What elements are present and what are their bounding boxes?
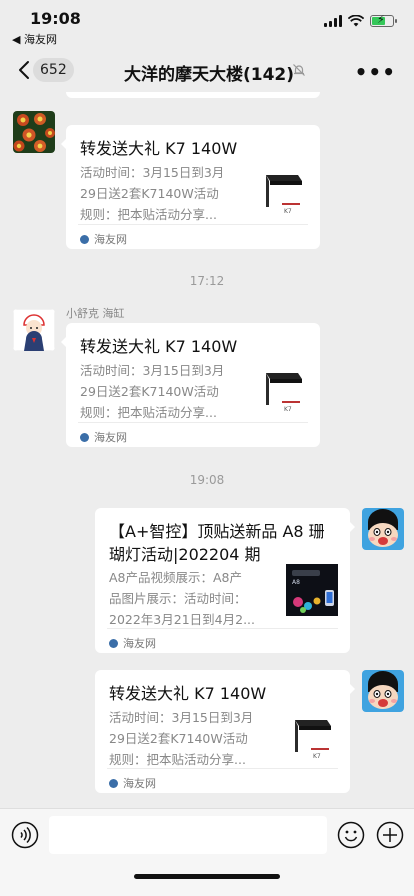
timestamp: 19:08 (189, 473, 225, 487)
wifi-icon (348, 15, 364, 27)
chat-title: 大洋的摩天大楼(142) (124, 65, 295, 85)
chat-header: 652 大洋的摩天大楼(142) ••• (0, 48, 414, 92)
card-source: 海友网 (80, 429, 127, 445)
avatar[interactable] (13, 309, 55, 351)
link-card-message[interactable]: 转发送大礼 K7 140W 活动时间：3月15日到3月 29日送2套K7140W… (95, 670, 355, 793)
source-logo-icon (109, 638, 118, 648)
link-card-message[interactable]: 转发送大礼 K7 140W 活动时间：3月15日到3月 29日送2套K7140W… (61, 125, 320, 249)
plus-icon[interactable] (376, 821, 404, 849)
timestamp: 17:12 (189, 274, 225, 288)
status-icons: ⚡ (324, 13, 397, 27)
card-source: 海友网 (109, 635, 156, 651)
card-description: 活动时间：3月15日到3月 29日送2套K7140W活动 规则：把本贴活动分享.… (109, 710, 254, 767)
return-to-app-link[interactable]: ◀ 海友网 (12, 31, 57, 47)
k7-lamp-thumbnail: K7 (258, 167, 310, 219)
status-time: 19:08 (30, 9, 81, 28)
card-description: A8产品视频展示：A8产 品图片展示：活动时间： 2022年3月21日到4月2.… (109, 570, 255, 627)
mute-bell-icon (293, 64, 305, 76)
card-source: 海友网 (80, 231, 127, 247)
card-description: 活动时间：3月15日到3月 29日送2套K7140W活动 规则：把本贴活动分享.… (80, 363, 225, 420)
unread-count-badge[interactable]: 652 (33, 58, 74, 82)
source-logo-icon (109, 778, 118, 788)
voice-input-icon[interactable] (11, 821, 39, 849)
svg-text:K7: K7 (313, 753, 321, 760)
source-logo-icon (80, 234, 89, 244)
source-logo-icon (80, 432, 89, 442)
message-list[interactable]: 转发送大礼 K7 140W 活动时间：3月15日到3月 29日送2套K7140W… (0, 92, 414, 808)
sender-name: 小舒克 海缸 (66, 307, 125, 320)
avatar[interactable] (13, 111, 55, 153)
k7-lamp-thumbnail: K7 (258, 365, 310, 417)
card-title: 【A+智控】顶贴送新品 A8 珊 瑚灯活动|202204 期 (109, 522, 325, 564)
battery-icon: ⚡ (370, 13, 397, 27)
link-card-message[interactable]: 【A+智控】顶贴送新品 A8 珊 瑚灯活动|202204 期 A8产品视频展示：… (95, 508, 355, 653)
svg-text:K7: K7 (284, 406, 292, 413)
previous-message-edge (66, 92, 320, 98)
k7-lamp-thumbnail: K7 (287, 712, 339, 764)
card-source: 海友网 (109, 775, 156, 791)
more-options-button[interactable]: ••• (355, 60, 396, 84)
card-title: 转发送大礼 K7 140W (109, 684, 267, 703)
svg-text:A8: A8 (292, 579, 300, 586)
card-title: 转发送大礼 K7 140W (80, 139, 238, 158)
message-input[interactable] (49, 816, 327, 854)
card-title: 转发送大礼 K7 140W (80, 337, 238, 356)
link-card-message[interactable]: 转发送大礼 K7 140W 活动时间：3月15日到3月 29日送2套K7140W… (61, 323, 320, 447)
card-description: 活动时间：3月15日到3月 29日送2套K7140W活动 规则：把本贴活动分享.… (80, 165, 225, 222)
avatar[interactable] (362, 508, 404, 550)
svg-text:K7: K7 (284, 208, 292, 215)
cellular-signal-icon (324, 15, 342, 27)
home-indicator (134, 874, 280, 879)
a8-coral-light-thumbnail: A8 (286, 564, 338, 616)
status-bar: 19:08 ◀ 海友网 ⚡ (0, 0, 414, 48)
avatar[interactable] (362, 670, 404, 712)
input-bar (0, 808, 414, 896)
emoji-icon[interactable] (337, 821, 365, 849)
